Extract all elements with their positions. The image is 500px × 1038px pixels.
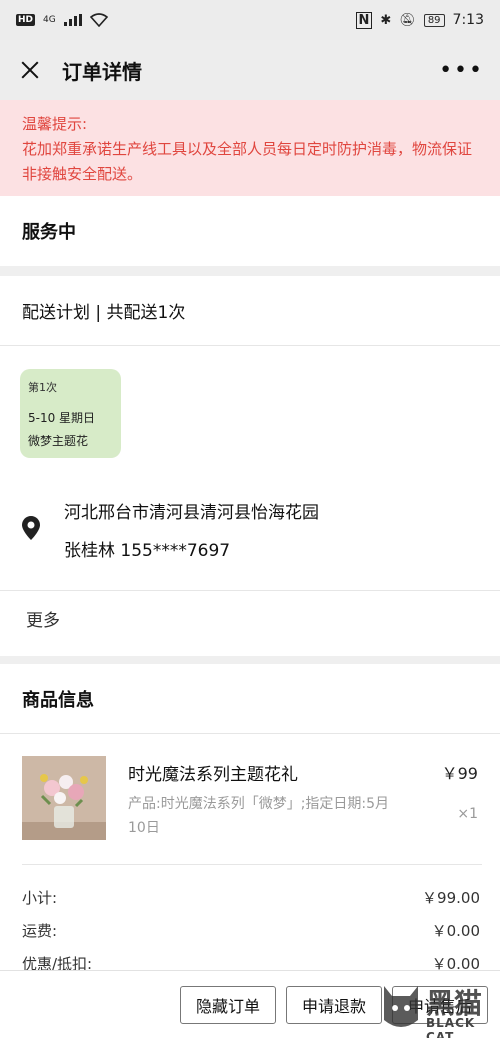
- more-options-icon[interactable]: •••: [439, 58, 484, 83]
- black-cat-watermark: 黑猫 BLACK CAT: [378, 980, 500, 1038]
- product-quantity: ×1: [457, 806, 478, 822]
- notice-banner: 温馨提示: 花加郑重承诺生产线工具以及全部人员每日定时防护消毒，物流保证非接触安…: [0, 100, 500, 196]
- goods-title: 商品信息: [0, 664, 500, 734]
- product-item[interactable]: 时光魔法系列主题花礼 ￥99 产品:时光魔法系列「微梦」;指定日期:5月10日 …: [22, 756, 482, 842]
- subtotal-label: 小计:: [22, 889, 58, 907]
- mute-icon: 🔕︎: [399, 12, 416, 28]
- watermark-en: BLACK CAT: [426, 1016, 476, 1038]
- delivery-date: 5-10 星期日: [28, 411, 96, 425]
- order-status-card: 服务中: [0, 196, 500, 266]
- subtotal-row: 小计: ￥99.00: [22, 887, 482, 920]
- shipping-value: ￥0.00: [431, 922, 480, 940]
- subtotal-value: ￥99.00: [422, 889, 480, 907]
- product-description: 产品:时光魔法系列「微梦」;指定日期:5月10日: [128, 796, 390, 836]
- recipient-contact: 张桂林 155****7697: [64, 541, 231, 561]
- more-link[interactable]: 更多: [0, 590, 500, 646]
- delivery-item: 微梦主题花: [28, 434, 89, 448]
- delivery-plan-card: 配送计划 | 共配送1次 第1次 5-10 星期日 微梦主题花 河北邢台市清河县…: [0, 276, 500, 656]
- notice-body: 花加郑重承诺生产线工具以及全部人员每日定时防护消毒，物流保证非接触安全配送。: [22, 140, 473, 183]
- wifi-icon: [89, 13, 108, 27]
- battery-icon: 89: [423, 13, 445, 27]
- bluetooth-icon: ✱: [380, 12, 392, 28]
- delivery-plan-header: 配送计划 | 共配送1次: [0, 276, 500, 346]
- order-totals: 小计: ￥99.00 运费: ￥0.00 优惠/抵扣: ￥0.00: [22, 864, 482, 986]
- status-bar: HD 4G N ✱ 🔕︎ 89 7:13: [0, 0, 500, 40]
- hd-indicator: HD: [16, 14, 36, 26]
- delivery-index: 第1次: [28, 381, 57, 394]
- location-pin-icon: [22, 516, 40, 540]
- notice-title: 温馨提示:: [22, 115, 88, 133]
- delivery-chip[interactable]: 第1次 5-10 星期日 微梦主题花: [20, 369, 121, 458]
- cat-logo-icon: [384, 986, 418, 1027]
- order-status: 服务中: [22, 222, 76, 243]
- signal-icon: [63, 14, 82, 26]
- nfc-icon: N: [355, 11, 373, 29]
- nav-bar: 订单详情 •••: [0, 40, 500, 100]
- product-price: ￥99: [441, 764, 478, 783]
- delivery-address: 河北邢台市清河县清河县怡海花园: [64, 503, 319, 523]
- refund-button[interactable]: 申请退款: [286, 986, 382, 1024]
- shipping-row: 运费: ￥0.00: [22, 920, 482, 953]
- shipping-label: 运费:: [22, 922, 58, 940]
- page-title: 订单详情: [62, 59, 142, 84]
- product-name: 时光魔法系列主题花礼: [128, 765, 298, 785]
- network-type: 4G: [43, 15, 56, 25]
- product-thumbnail: [22, 756, 106, 840]
- hide-order-button[interactable]: 隐藏订单: [180, 986, 276, 1024]
- clock: 7:13: [452, 12, 484, 28]
- close-icon[interactable]: [16, 56, 44, 84]
